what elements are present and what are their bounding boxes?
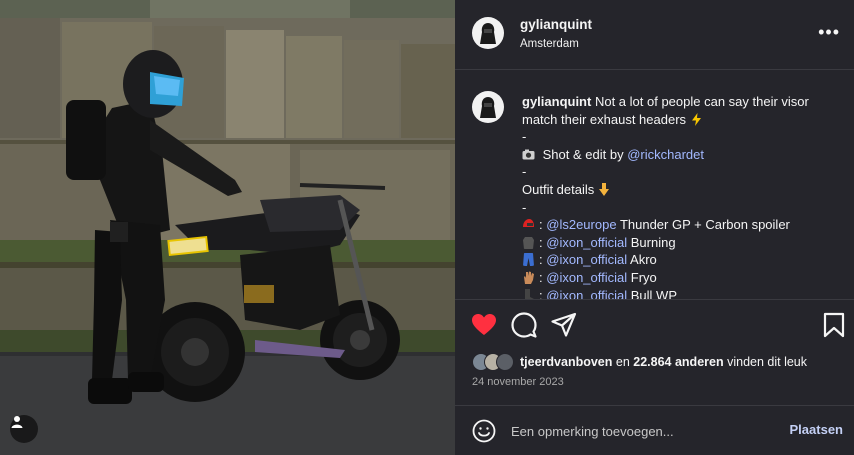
likes-connector: en bbox=[615, 355, 630, 369]
user-tags-button[interactable] bbox=[10, 415, 38, 443]
jacket-icon bbox=[523, 236, 534, 249]
outfit-item: : @ls2europe Thunder GP + Carbon spoiler bbox=[522, 216, 840, 234]
item-mention[interactable]: @ixon_official bbox=[546, 288, 627, 299]
jeans-icon bbox=[523, 253, 534, 267]
outfit-item: : @ixon_official Burning bbox=[522, 234, 840, 252]
comment-input[interactable] bbox=[511, 421, 771, 441]
item-separator: : bbox=[539, 217, 543, 233]
caption-section: gylianquint Not a lot of people can say … bbox=[455, 71, 854, 299]
item-separator: : bbox=[539, 287, 543, 299]
likes-count-link[interactable]: 22.864 anderen bbox=[633, 355, 723, 369]
caption-text: gylianquint Not a lot of people can say … bbox=[522, 93, 840, 299]
liker-avatars bbox=[472, 353, 514, 371]
likes-summary: tjeerdvanboven en 22.864 anderen vinden … bbox=[472, 352, 807, 372]
bookmark-icon[interactable] bbox=[821, 312, 847, 338]
outfit-text: Outfit details bbox=[522, 181, 595, 197]
first-liker-username[interactable]: tjeerdvanboven bbox=[520, 355, 612, 369]
post-date[interactable]: 24 november 2023 bbox=[472, 376, 564, 388]
more-options-icon[interactable]: ••• bbox=[818, 22, 840, 43]
caption-dash: - bbox=[522, 164, 527, 180]
credit-mention[interactable]: @rickchardet bbox=[627, 147, 704, 162]
item-text: Fryo bbox=[630, 269, 657, 285]
comment-bar: Plaatsen bbox=[455, 405, 854, 455]
item-text: Thunder GP + Carbon spoiler bbox=[619, 217, 790, 233]
motorcycle-rider-photo bbox=[0, 0, 455, 455]
item-text: Akro bbox=[630, 252, 657, 268]
post-location[interactable]: Amsterdam bbox=[520, 38, 579, 50]
caption-dash: - bbox=[522, 129, 527, 145]
hand-icon bbox=[524, 271, 534, 284]
item-mention[interactable]: @ixon_official bbox=[546, 252, 627, 267]
lightning-icon bbox=[691, 112, 701, 126]
outfit-item: : @ixon_official Bull WP bbox=[522, 287, 840, 299]
item-mention[interactable]: @ixon_official bbox=[546, 270, 627, 285]
post-photo[interactable] bbox=[0, 0, 455, 455]
comment-icon[interactable] bbox=[511, 312, 537, 338]
emoji-icon[interactable] bbox=[472, 419, 496, 443]
caption-avatar[interactable] bbox=[472, 91, 504, 123]
caption-outfit-heading: Outfit details bbox=[522, 181, 840, 199]
outfit-item: : @ixon_official Akro bbox=[522, 251, 840, 269]
post-header: gylianquint Amsterdam ••• bbox=[455, 0, 854, 70]
item-mention[interactable]: @ls2europe bbox=[546, 217, 616, 232]
item-separator: : bbox=[539, 252, 543, 268]
author-username[interactable]: gylianquint bbox=[520, 17, 592, 32]
caption-first-line: gylianquint Not a lot of people can say … bbox=[522, 93, 840, 128]
pointing-down-icon bbox=[598, 182, 609, 196]
camera-icon bbox=[522, 149, 535, 160]
credit-text: Shot & edit by bbox=[542, 146, 624, 162]
outfit-item: : @ixon_official Fryo bbox=[522, 269, 840, 287]
item-separator: : bbox=[539, 269, 543, 285]
heart-icon[interactable] bbox=[471, 312, 497, 338]
item-text: Burning bbox=[630, 234, 676, 250]
liker-avatar[interactable] bbox=[496, 353, 514, 371]
post-detail-panel: gylianquint Amsterdam ••• gylianquint No… bbox=[455, 0, 854, 455]
item-text: Bull WP bbox=[630, 287, 677, 299]
item-mention[interactable]: @ixon_official bbox=[546, 235, 627, 250]
caption-dash: - bbox=[522, 199, 527, 215]
person-icon bbox=[11, 416, 23, 428]
action-bar bbox=[455, 300, 854, 348]
share-icon[interactable] bbox=[551, 312, 577, 338]
helmet-icon bbox=[523, 219, 534, 228]
caption-username[interactable]: gylianquint bbox=[522, 94, 591, 109]
post-comment-button[interactable]: Plaatsen bbox=[790, 422, 843, 437]
caption-credit-line: Shot & edit by @rickchardet bbox=[522, 146, 840, 164]
boot-icon bbox=[525, 288, 534, 299]
likes-suffix: vinden dit leuk bbox=[727, 355, 808, 369]
item-separator: : bbox=[539, 234, 543, 250]
author-avatar[interactable] bbox=[472, 17, 504, 49]
